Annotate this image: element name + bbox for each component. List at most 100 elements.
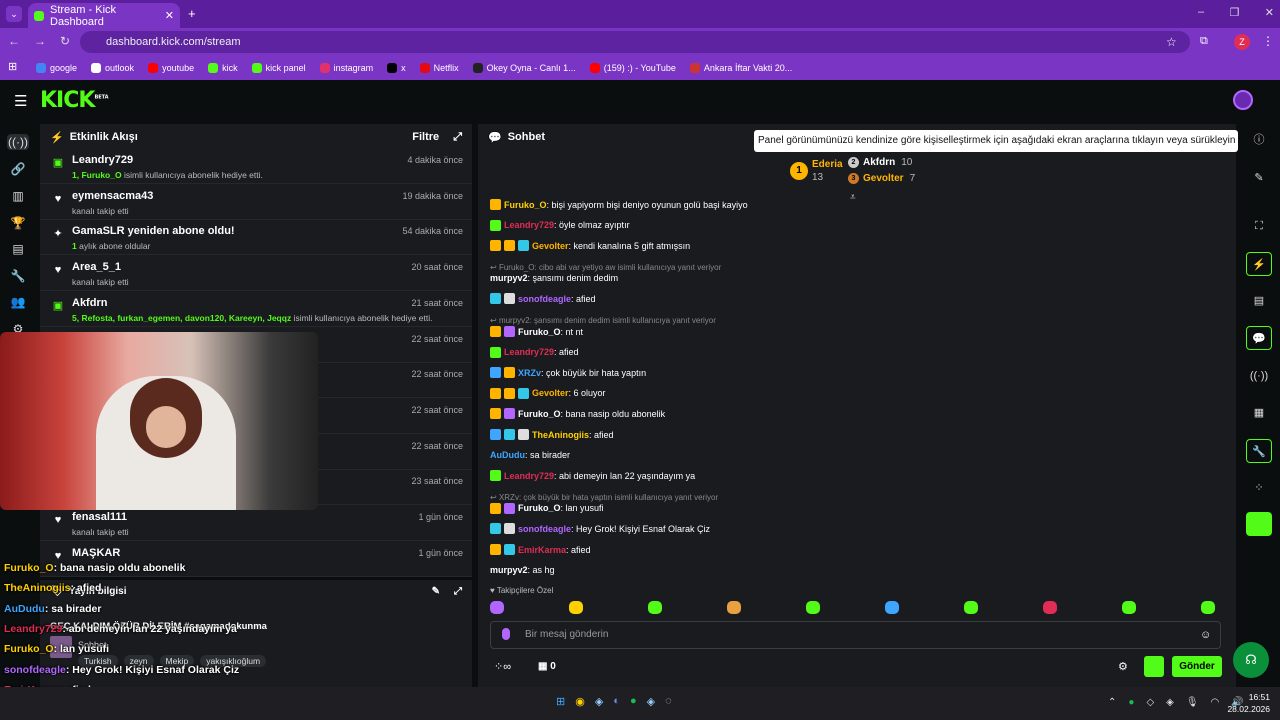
- tab-search-button[interactable]: ⌄: [6, 6, 22, 22]
- chat-message[interactable]: Furuko_O: bişi yapiyorm bişi deniyo oyun…: [490, 199, 748, 210]
- emote-icon[interactable]: [885, 601, 899, 614]
- url-field[interactable]: dashboard.kick.com/stream: [80, 31, 1190, 53]
- notes-icon[interactable]: ▤: [1246, 289, 1272, 313]
- chat-message-input[interactable]: Bir mesaj gönderin: [490, 621, 1221, 649]
- link-icon[interactable]: 🔗: [10, 161, 26, 177]
- chat-message[interactable]: TheAninogiis: afied: [490, 429, 614, 440]
- chat-username[interactable]: Furuko_O: [518, 409, 561, 419]
- chat-message[interactable]: EmirKarma: afied: [490, 544, 591, 555]
- chat-message[interactable]: Furuko_O: lan yusufi: [490, 502, 604, 514]
- chat-username[interactable]: EmirKarma: [518, 545, 566, 555]
- infinity-icon[interactable]: ⁘∞: [494, 660, 511, 673]
- emote-icon[interactable]: [727, 601, 741, 614]
- pin-expand-icon[interactable]: ⩡: [850, 192, 856, 203]
- bookmark-item[interactable]: google: [36, 63, 77, 73]
- emote-icon[interactable]: [1043, 601, 1057, 614]
- bookmark-star-icon[interactable]: ☆: [1166, 35, 1177, 49]
- reload-icon[interactable]: ↻: [60, 34, 70, 48]
- tray-wifi-icon[interactable]: ◠: [1211, 697, 1220, 708]
- chat-username[interactable]: Furuko_O: [518, 503, 561, 513]
- activity-item[interactable]: ♥ fenasal111 1 gün önce kanalı takip etti: [40, 507, 472, 541]
- chat-username[interactable]: AuDudu: [490, 450, 525, 460]
- media-icon[interactable]: ▤: [10, 241, 26, 257]
- clock[interactable]: 16:51 28.02.2026: [1226, 692, 1270, 714]
- browser-menu-icon[interactable]: ⋮: [1262, 34, 1274, 48]
- window-controls[interactable]: – ❐ ✕: [1198, 6, 1274, 19]
- chat-username[interactable]: XRZv: [518, 368, 541, 378]
- fullscreen-icon[interactable]: ⛶: [1246, 214, 1272, 238]
- chat-message[interactable]: AuDudu: sa birader: [490, 450, 570, 460]
- chat-message[interactable]: murpyv2: şansımı denim dedim: [490, 273, 618, 283]
- bookmark-item[interactable]: (159) :) - YouTube: [589, 63, 676, 73]
- chrome-icon[interactable]: ◉: [575, 695, 585, 708]
- chat-message[interactable]: Leandry729: abi demeyin lan 22 yaşındayı…: [490, 470, 695, 482]
- chat-message[interactable]: Leandry729: öyle olmaz ayıptır: [490, 219, 630, 231]
- bookmark-item[interactable]: youtube: [148, 63, 194, 73]
- tray-network-icon[interactable]: ◇: [1146, 697, 1154, 708]
- chat-username[interactable]: Gevolter: [532, 388, 569, 398]
- chat-username[interactable]: Leandry729: [504, 471, 554, 481]
- kick-logo[interactable]: KICKBETA: [40, 88, 109, 113]
- share-icon[interactable]: ⁘: [1246, 476, 1272, 500]
- start-icon[interactable]: ⊞: [556, 695, 565, 708]
- chat-username[interactable]: sonofdeagle: [518, 294, 571, 304]
- info-popout-icon[interactable]: ⤢: [454, 586, 462, 597]
- discord-icon[interactable]: ◐: [613, 695, 620, 708]
- chat-username[interactable]: TheAninogiis: [532, 430, 589, 440]
- extensions-icon[interactable]: ⧉: [1200, 35, 1208, 48]
- emote-icon[interactable]: [1122, 601, 1136, 614]
- tray-chevron-icon[interactable]: ⌃: [1108, 697, 1116, 708]
- users-icon[interactable]: 👥: [10, 294, 26, 310]
- layout-icon[interactable]: ▦: [1246, 401, 1272, 425]
- apps-icon[interactable]: ⊞: [8, 60, 17, 73]
- filter-button[interactable]: Filtre: [412, 131, 439, 143]
- info-icon[interactable]: ⓘ: [1246, 128, 1272, 152]
- bookmark-item[interactable]: x: [387, 63, 406, 73]
- browser-tab[interactable]: Stream - Kick Dashboard ✕: [28, 3, 180, 28]
- activity-item[interactable]: ♥ Area_5_1 20 saat önce kanalı takip etti: [40, 257, 472, 292]
- emote-icon[interactable]: [648, 601, 662, 614]
- edit-icon[interactable]: ✎: [432, 586, 440, 597]
- kick-emote-button[interactable]: [1144, 656, 1164, 677]
- emote-icon[interactable]: [1201, 601, 1215, 614]
- user-avatar[interactable]: [1233, 90, 1253, 110]
- close-window-icon[interactable]: ✕: [1265, 6, 1274, 19]
- emote-icon[interactable]: [806, 601, 820, 614]
- chat-message[interactable]: Furuko_O: nt nt: [490, 326, 583, 337]
- chat-message[interactable]: murpyv2: as hg: [490, 565, 555, 575]
- hamburger-menu-icon[interactable]: ☰: [14, 92, 27, 110]
- chat-message[interactable]: sonofdeagle: Hey Grok! Kişiyi Esnaf Olar…: [490, 523, 710, 535]
- live-support-button[interactable]: ☊: [1233, 642, 1269, 678]
- chat-message[interactable]: XRZv: çok büyük bir hata yaptın: [490, 367, 646, 379]
- top-gifter[interactable]: 3 Gevolter 7: [848, 173, 915, 184]
- live-icon[interactable]: ((·)): [7, 134, 29, 150]
- chat-username[interactable]: murpyv2: [490, 273, 528, 283]
- chat-message[interactable]: Gevolter: kendi kanalına 5 gift atmışsın: [490, 240, 690, 252]
- top-gifter[interactable]: 2 Akfdrn 10: [848, 157, 912, 168]
- emote-icon[interactable]: [964, 601, 978, 614]
- send-button[interactable]: Gönder: [1172, 656, 1222, 677]
- chat-username[interactable]: Leandry729: [504, 347, 554, 357]
- activity-item[interactable]: ▣ Leandry729 4 dakika önce 1, Furuko_O isim…: [40, 150, 472, 184]
- close-tab-icon[interactable]: ✕: [165, 9, 174, 22]
- maximize-icon[interactable]: ❐: [1230, 6, 1240, 19]
- bookmark-item[interactable]: Netflix: [419, 63, 459, 73]
- chat-toggle-icon[interactable]: 💬: [1246, 326, 1272, 350]
- tray-mic-icon[interactable]: 🎙: [1186, 697, 1199, 708]
- trophy-icon[interactable]: 🏆: [10, 215, 26, 231]
- broadcast-icon[interactable]: ((·)): [1246, 364, 1272, 388]
- bookmark-item[interactable]: kick panel: [251, 63, 306, 73]
- activity-item[interactable]: ▣ Akfdrn 21 saat önce 5, Refosta, furkan_eg…: [40, 293, 472, 327]
- new-tab-button[interactable]: +: [188, 6, 196, 21]
- activity-item[interactable]: ♥ eymensacma43 19 dakika önce kanalı takip …: [40, 186, 472, 220]
- bookmark-item[interactable]: outlook: [91, 63, 134, 73]
- spotify-icon[interactable]: ●: [630, 695, 637, 708]
- emote-icon[interactable]: [569, 601, 583, 614]
- steam2-icon[interactable]: ◈: [647, 695, 655, 708]
- tray-green-icon[interactable]: ●: [1128, 697, 1134, 708]
- chat-username[interactable]: Furuko_O: [504, 200, 547, 210]
- chat-username[interactable]: sonofdeagle: [518, 524, 571, 534]
- chat-message[interactable]: Gevolter: 6 oluyor: [490, 387, 606, 399]
- chat-username[interactable]: Furuko_O: [518, 327, 561, 337]
- profile-avatar[interactable]: Z: [1234, 34, 1250, 50]
